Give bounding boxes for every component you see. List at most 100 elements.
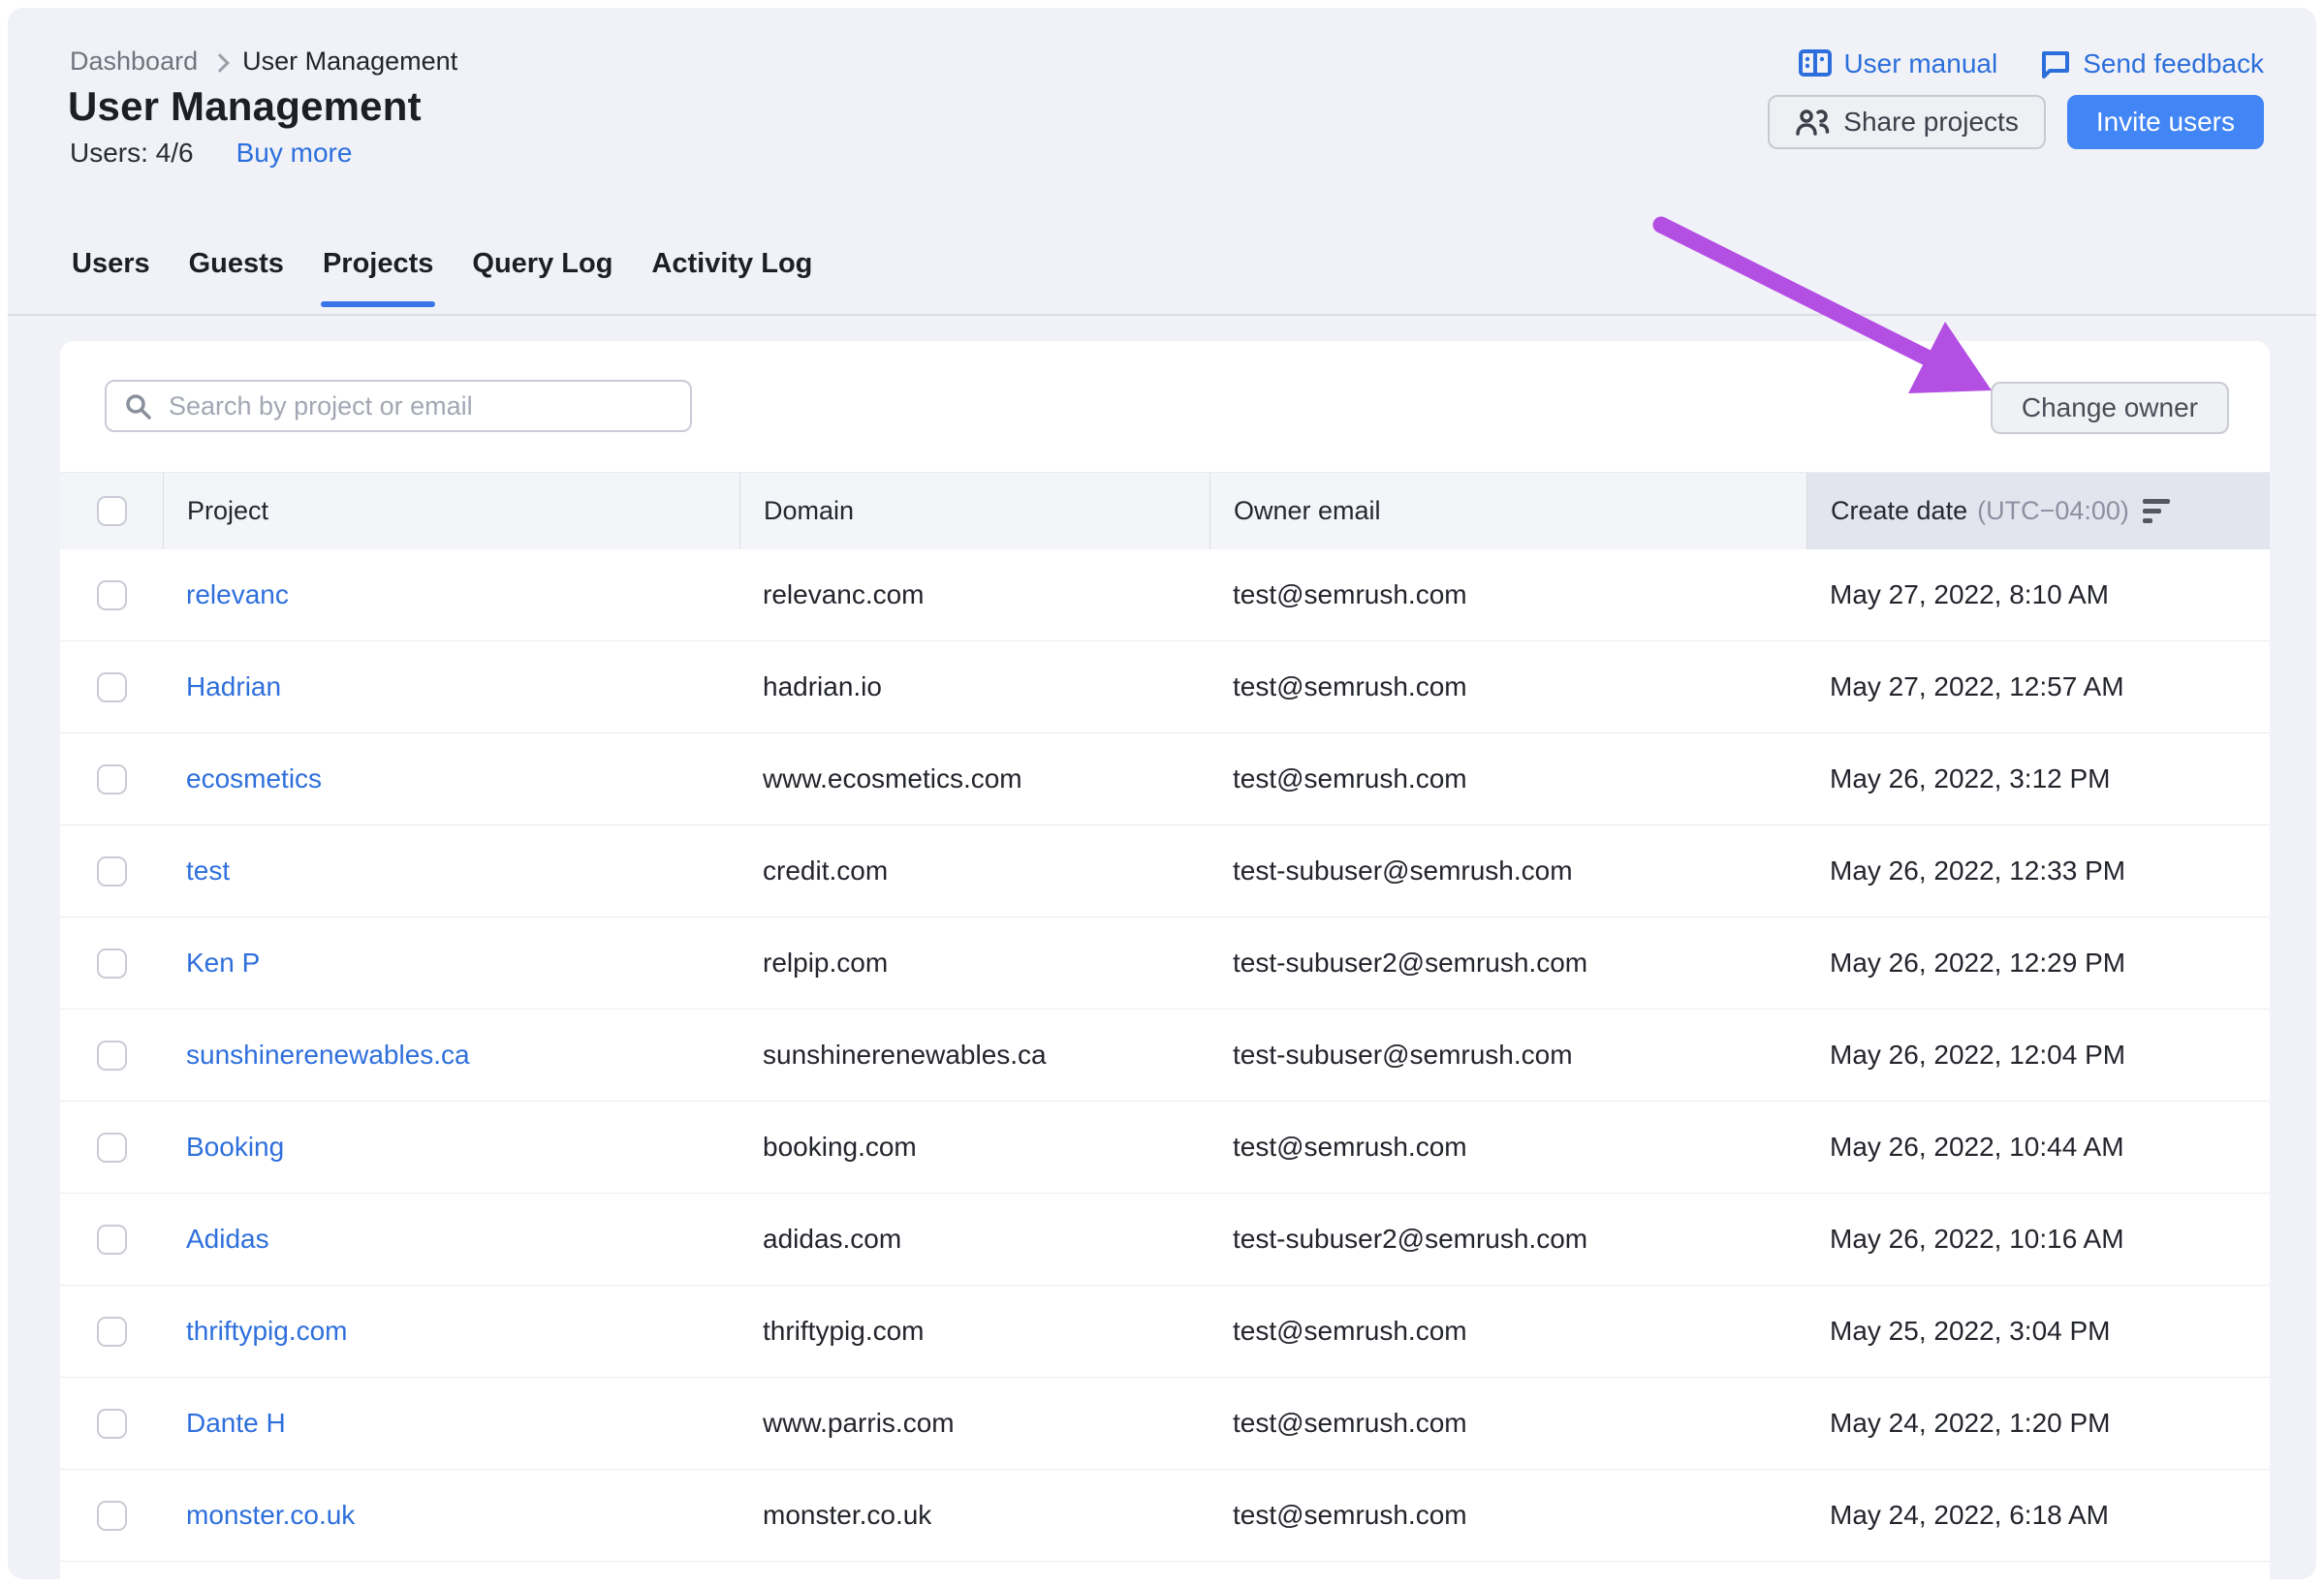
domain-cell: thriftypig.com [739, 1316, 1209, 1347]
domain-cell: www.ecosmetics.com [739, 763, 1209, 794]
create-date-cell: May 24, 2022, 1:20 PM [1806, 1408, 2270, 1439]
people-icon [1795, 108, 1830, 137]
user-manual-link[interactable]: User manual [1799, 48, 1997, 79]
col-domain: Domain [739, 473, 1209, 549]
users-count: Users: 4/6 [70, 138, 194, 169]
tab-query-log[interactable]: Query Log [470, 246, 614, 305]
table-row: ecosmetics www.ecosmetics.com test@semru… [60, 733, 2270, 825]
projects-panel: Change owner Project Domain Owner email … [60, 341, 2270, 1579]
tab-activity-log[interactable]: Activity Log [649, 246, 814, 305]
breadcrumb-item-dashboard[interactable]: Dashboard [70, 47, 198, 77]
domain-cell: adidas.com [739, 1224, 1209, 1255]
tab-projects[interactable]: Projects [321, 246, 435, 305]
breadcrumb: Dashboard User Management [70, 47, 457, 77]
tab-guests[interactable]: Guests [187, 246, 286, 305]
create-date-cell: May 26, 2022, 3:12 PM [1806, 763, 2270, 794]
share-projects-button[interactable]: Share projects [1768, 95, 2046, 149]
project-link[interactable]: relevanc [186, 579, 289, 610]
owner-email-cell: test@semrush.com [1209, 579, 1806, 610]
table-body: relevanc relevanc.com test@semrush.com M… [60, 549, 2270, 1562]
owner-email-cell: test-subuser@semrush.com [1209, 856, 1806, 887]
row-checkbox[interactable] [97, 1133, 127, 1163]
row-checkbox[interactable] [97, 580, 127, 610]
domain-cell: monster.co.uk [739, 1500, 1209, 1531]
owner-email-cell: test@semrush.com [1209, 1132, 1806, 1163]
create-date-cell: May 25, 2022, 3:04 PM [1806, 1316, 2270, 1347]
feedback-icon [2040, 48, 2071, 79]
row-checkbox[interactable] [97, 856, 127, 887]
table-row: monster.co.uk monster.co.uk test@semrush… [60, 1470, 2270, 1562]
sort-desc-icon [2143, 499, 2170, 523]
domain-cell: sunshinerenewables.ca [739, 1040, 1209, 1071]
owner-email-cell: test-subuser2@semrush.com [1209, 1224, 1806, 1255]
table-row: Ken P relpip.com test-subuser2@semrush.c… [60, 918, 2270, 1010]
create-date-cell: May 26, 2022, 10:16 AM [1806, 1224, 2270, 1255]
row-checkbox[interactable] [97, 672, 127, 702]
col-owner-email: Owner email [1209, 473, 1806, 549]
domain-cell: relevanc.com [739, 579, 1209, 610]
domain-cell: credit.com [739, 856, 1209, 887]
table-row: relevanc relevanc.com test@semrush.com M… [60, 549, 2270, 641]
table-header: Project Domain Owner email Create date (… [60, 472, 2270, 549]
table-toolbar: Change owner [60, 341, 2270, 472]
row-checkbox[interactable] [97, 1041, 127, 1071]
create-date-cell: May 26, 2022, 12:29 PM [1806, 948, 2270, 979]
project-link[interactable]: thriftypig.com [186, 1316, 348, 1347]
user-management-page: Dashboard User Management User Managemen… [8, 8, 2316, 1579]
project-link[interactable]: Ken P [186, 948, 260, 979]
row-checkbox[interactable] [97, 1501, 127, 1531]
domain-cell: booking.com [739, 1132, 1209, 1163]
create-date-cell: May 24, 2022, 6:18 AM [1806, 1500, 2270, 1531]
tab-users[interactable]: Users [70, 246, 152, 305]
project-link[interactable]: monster.co.uk [186, 1500, 355, 1531]
create-date-cell: May 27, 2022, 8:10 AM [1806, 579, 2270, 610]
row-checkbox[interactable] [97, 949, 127, 979]
row-checkbox[interactable] [97, 1409, 127, 1439]
screenshot-frame: Dashboard User Management User Managemen… [0, 0, 2324, 1587]
owner-email-cell: test@semrush.com [1209, 763, 1806, 794]
row-checkbox[interactable] [97, 764, 127, 794]
domain-cell: www.parris.com [739, 1408, 1209, 1439]
tab-bar: Users Guests Projects Query Log Activity Log [8, 246, 2316, 316]
page-title: User Management [68, 83, 422, 130]
send-feedback-link[interactable]: Send feedback [2040, 48, 2264, 79]
project-link[interactable]: Hadrian [186, 671, 281, 702]
row-checkbox[interactable] [97, 1317, 127, 1347]
domain-cell: hadrian.io [739, 671, 1209, 702]
search-input[interactable] [105, 380, 692, 432]
owner-email-cell: test@semrush.com [1209, 1316, 1806, 1347]
owner-email-cell: test-subuser2@semrush.com [1209, 948, 1806, 979]
search-icon [124, 392, 153, 421]
breadcrumb-item-current: User Management [242, 47, 457, 77]
create-date-cell: May 26, 2022, 10:44 AM [1806, 1132, 2270, 1163]
col-project: Project [163, 473, 739, 549]
table-row: Hadrian hadrian.io test@semrush.com May … [60, 641, 2270, 733]
change-owner-button[interactable]: Change owner [1991, 382, 2229, 434]
table-row: Adidas adidas.com test-subuser2@semrush.… [60, 1194, 2270, 1286]
project-link[interactable]: Booking [186, 1132, 284, 1163]
domain-cell: relpip.com [739, 948, 1209, 979]
create-date-cell: May 27, 2022, 12:57 AM [1806, 671, 2270, 702]
row-checkbox[interactable] [97, 1225, 127, 1255]
table-row: thriftypig.com thriftypig.com test@semru… [60, 1286, 2270, 1378]
owner-email-cell: test@semrush.com [1209, 1408, 1806, 1439]
breadcrumb-chevron-icon [210, 53, 230, 73]
project-link[interactable]: Dante H [186, 1408, 286, 1439]
buy-more-link[interactable]: Buy more [236, 138, 353, 169]
project-link[interactable]: sunshinerenewables.ca [186, 1040, 470, 1071]
table-row: Booking booking.com test@semrush.com May… [60, 1102, 2270, 1194]
table-row: Dante H www.parris.com test@semrush.com … [60, 1378, 2270, 1470]
owner-email-cell: test@semrush.com [1209, 1500, 1806, 1531]
project-link[interactable]: Adidas [186, 1224, 269, 1255]
header-select-all-checkbox[interactable] [97, 496, 127, 526]
create-date-cell: May 26, 2022, 12:33 PM [1806, 856, 2270, 887]
project-link[interactable]: test [186, 856, 230, 887]
create-date-cell: May 26, 2022, 12:04 PM [1806, 1040, 2270, 1071]
invite-users-button[interactable]: Invite users [2067, 95, 2264, 149]
table-row: test credit.com test-subuser@semrush.com… [60, 825, 2270, 918]
col-create-date[interactable]: Create date (UTC−04:00) [1806, 473, 2270, 549]
project-link[interactable]: ecosmetics [186, 763, 322, 794]
table-row: sunshinerenewables.ca sunshinerenewables… [60, 1010, 2270, 1102]
owner-email-cell: test-subuser@semrush.com [1209, 1040, 1806, 1071]
book-icon [1799, 48, 1832, 79]
